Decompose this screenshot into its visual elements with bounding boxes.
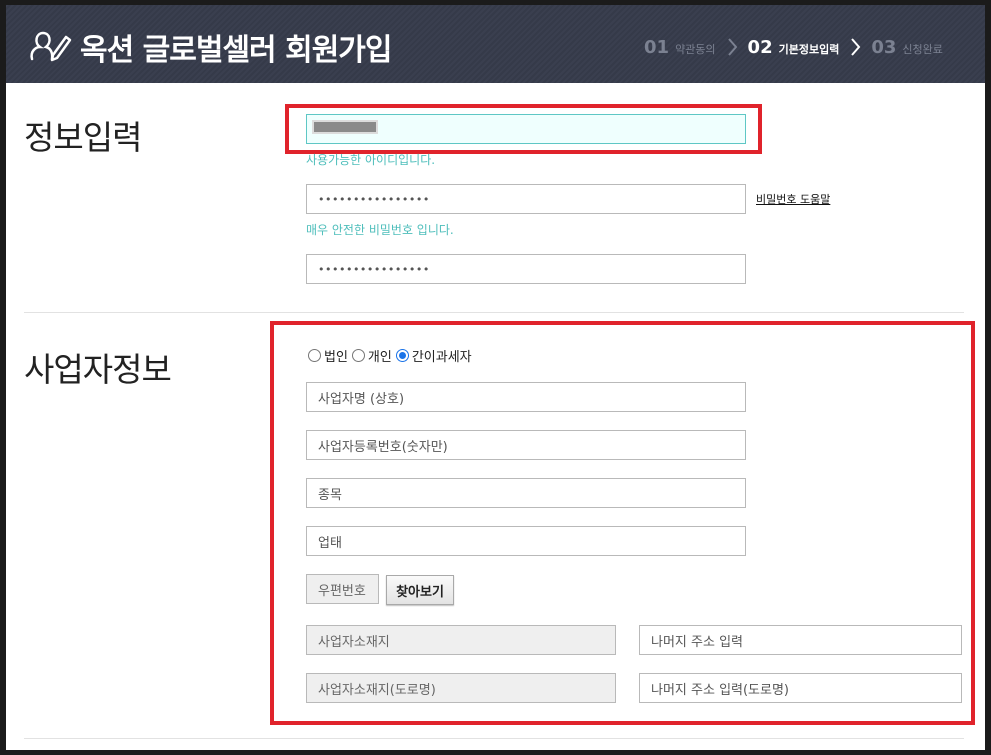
radio-simplified-taxpayer[interactable] — [395, 349, 409, 362]
road-address-detail-input[interactable]: 나머지 주소 입력(도로명) — [639, 673, 962, 703]
chevron-right-icon — [727, 38, 737, 56]
business-type-group: 법인 개인 간이과세자 — [308, 346, 476, 365]
step-number: 03 — [871, 36, 897, 58]
info-section-title: 정보입력 — [24, 118, 142, 157]
road-address-input[interactable]: 사업자소재지(도로명) — [306, 673, 616, 703]
radio-label-individual: 개인 — [367, 350, 392, 365]
business-address-input[interactable]: 사업자소재지 — [306, 625, 616, 655]
step-complete: 03 신청완료 — [871, 37, 943, 58]
step-label: 기본정보입력 — [778, 42, 840, 56]
password-input[interactable]: •••••••••••••••• — [306, 184, 746, 214]
user-id-input[interactable] — [306, 114, 746, 144]
zipcode-input[interactable]: 우편번호 — [306, 574, 379, 604]
step-label: 약관동의 — [675, 42, 716, 56]
signup-page: 옥션 글로벌셀러 회원가입 01 약관동의 02 기본정보입력 03 신청완료 … — [6, 5, 985, 750]
bottom-divider — [24, 738, 964, 739]
step-terms: 01 약관동의 — [644, 37, 716, 58]
chevron-right-icon — [851, 38, 861, 56]
registration-number-input[interactable]: 사업자등록번호(숫자만) — [306, 430, 746, 460]
business-category-input[interactable]: 업태 — [306, 526, 746, 556]
step-label: 신청완료 — [902, 42, 943, 56]
section-divider — [24, 312, 964, 313]
business-name-input[interactable]: 사업자명 (상호) — [306, 382, 746, 412]
seller-logo-icon — [30, 31, 72, 62]
business-section-title: 사업자정보 — [24, 350, 172, 389]
password-strength-hint: 매우 안전한 비밀번호 입니다. — [306, 223, 454, 237]
step-number: 02 — [747, 36, 773, 58]
radio-individual[interactable] — [351, 349, 365, 362]
password-mask: •••••••••••••••• — [318, 192, 430, 206]
radio-corporation[interactable] — [308, 349, 321, 362]
id-availability-hint: 사용가능한 아이디입니다. — [306, 153, 436, 167]
password-confirm-input[interactable]: •••••••••••••••• — [306, 254, 746, 284]
password-confirm-mask: •••••••••••••••• — [318, 262, 430, 276]
page-title: 옥션 글로벌셀러 회원가입 — [80, 33, 392, 68]
step-number: 01 — [644, 36, 670, 58]
radio-label-corporation: 법인 — [324, 350, 348, 365]
business-item-input[interactable]: 종목 — [306, 478, 746, 508]
address-detail-input[interactable]: 나머지 주소 입력 — [639, 625, 962, 655]
page-header: 옥션 글로벌셀러 회원가입 01 약관동의 02 기본정보입력 03 신청완료 — [6, 5, 985, 83]
address-search-button[interactable]: 찾아보기 — [386, 575, 454, 605]
password-help-link[interactable]: 비밀번호 도움말 — [756, 191, 830, 207]
step-basic-info: 02 기본정보입력 — [748, 37, 840, 58]
redacted-id-value — [312, 120, 378, 134]
radio-label-simplified-taxpayer: 간이과세자 — [411, 350, 472, 365]
progress-steps: 01 약관동의 02 기본정보입력 03 신청완료 — [644, 36, 943, 58]
